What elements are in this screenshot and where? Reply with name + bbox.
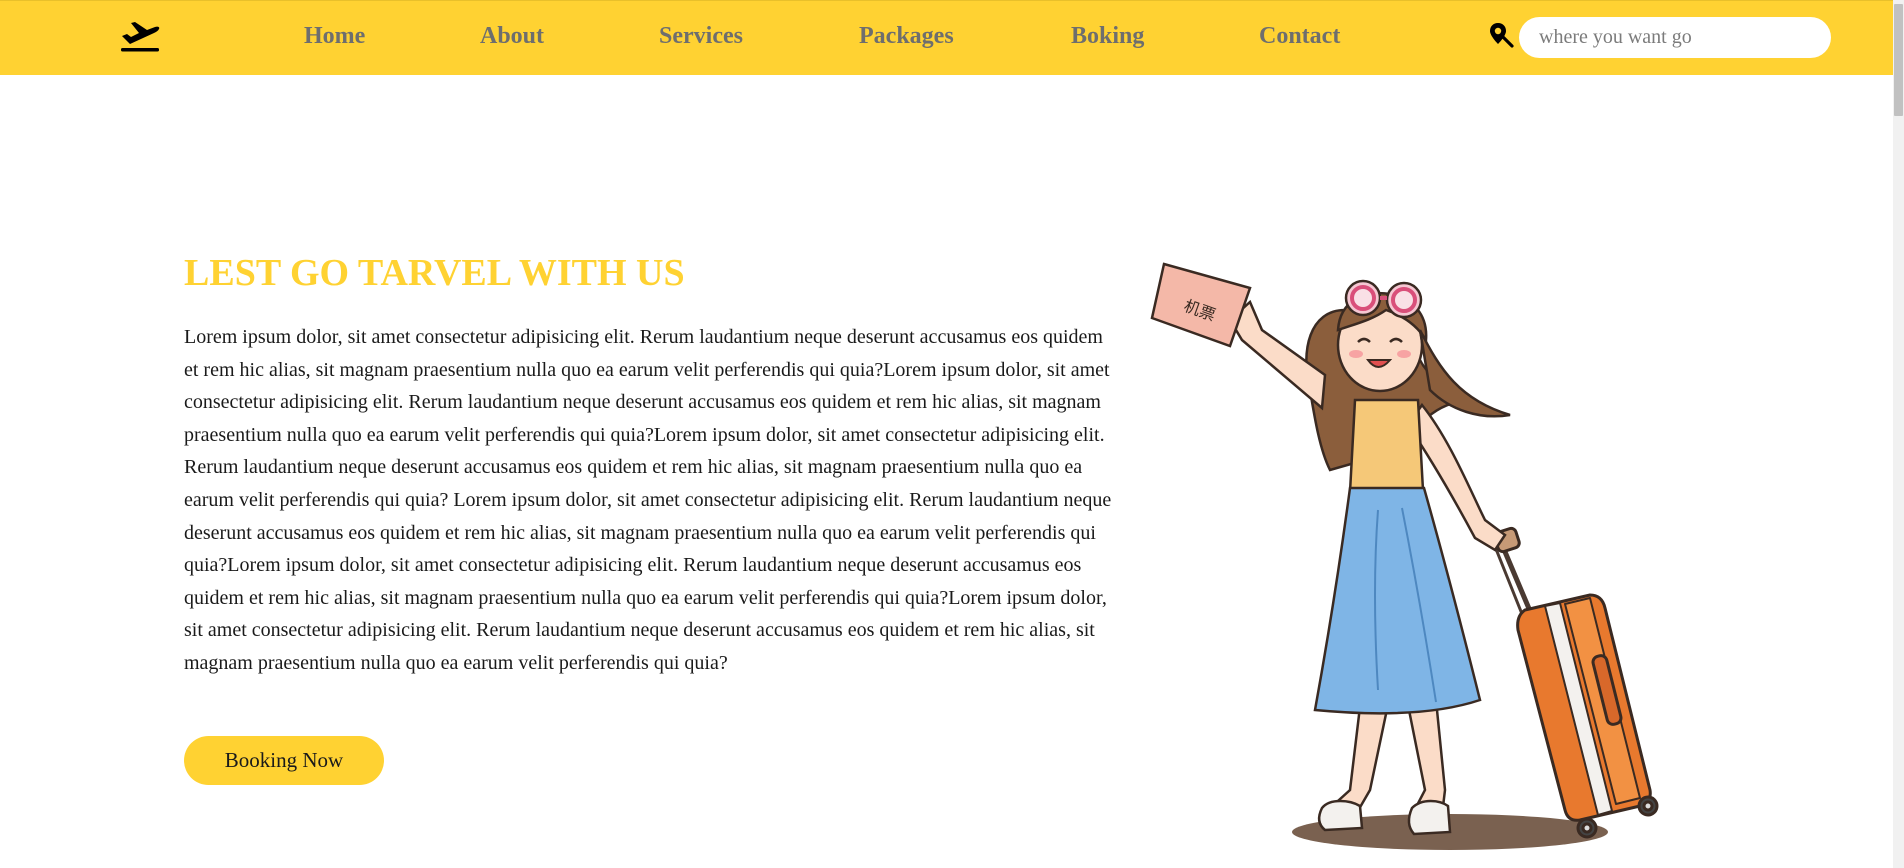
nav-booking[interactable]: Boking (1071, 23, 1144, 50)
hero-description: Lorem ipsum dolor, sit amet consectetur … (184, 326, 1112, 674)
skirt (1313, 486, 1482, 715)
page: Home About Services Packages Boking Cont… (0, 0, 1904, 868)
nav-services[interactable]: Services (659, 23, 743, 50)
navbar: Home About Services Packages Boking Cont… (0, 0, 1893, 75)
suitcase (1492, 526, 1659, 839)
nav-about[interactable]: About (480, 23, 544, 50)
nav-contact[interactable]: Contact (1259, 23, 1340, 50)
booking-now-button[interactable]: Booking Now (184, 736, 384, 785)
scrollbar-thumb[interactable] (1894, 4, 1903, 116)
top (1348, 398, 1425, 494)
plane-departure-icon (121, 22, 160, 52)
nav-packages[interactable]: Packages (859, 23, 954, 50)
location-search-icon[interactable] (1488, 22, 1514, 48)
ticket: 机票 (1150, 262, 1252, 348)
search-input[interactable] (1519, 17, 1831, 58)
hero-title: LEST GO TARVEL WITH US (184, 252, 685, 294)
nav-home[interactable]: Home (304, 23, 365, 50)
logo[interactable] (118, 19, 162, 53)
left-shoe (1317, 799, 1364, 832)
girl-traveler-with-suitcase-illustration: 机票 (1150, 262, 1659, 850)
scrollbar[interactable] (1893, 0, 1904, 868)
right-shoe (1407, 799, 1452, 836)
